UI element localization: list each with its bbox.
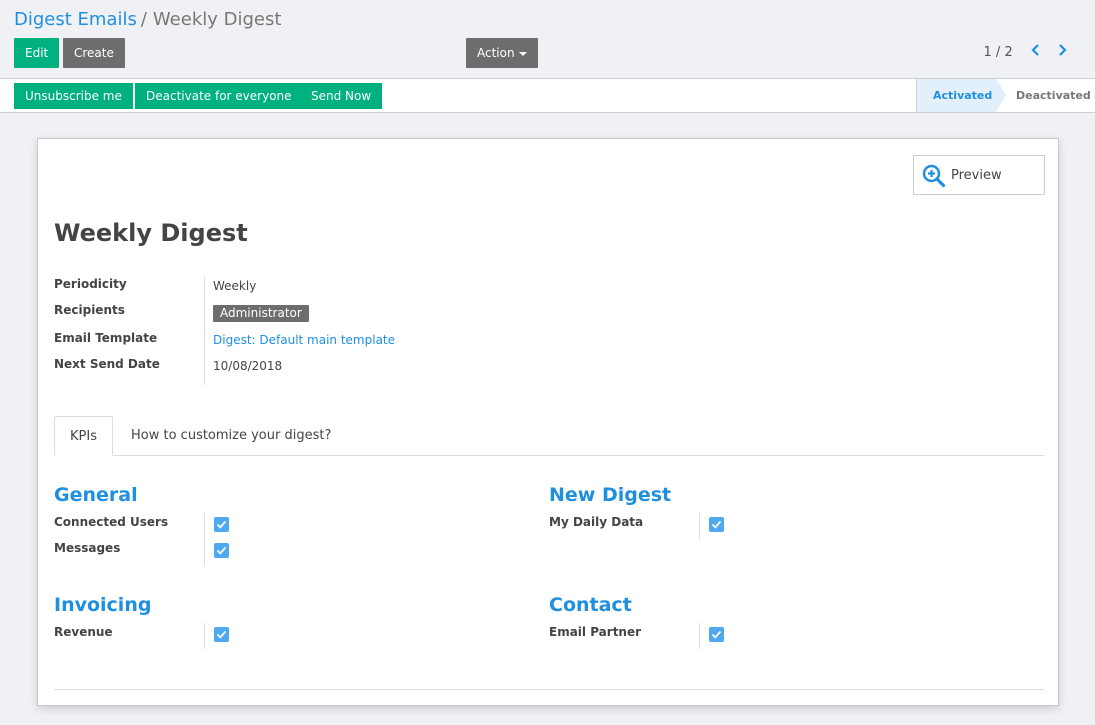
periodicity-label: Periodicity (54, 277, 127, 291)
kpi-group-invoicing-title: Invoicing (54, 594, 152, 616)
preview-button[interactable]: Preview (913, 155, 1045, 195)
checkmark-icon (216, 630, 227, 639)
caret-down-icon (518, 51, 527, 56)
recipients-field[interactable]: Administrator (213, 305, 309, 322)
kpi-label-connected-users: Connected Users (54, 515, 169, 529)
pager-previous-button[interactable] (1025, 44, 1047, 60)
kpi-group-new-digest-title: New Digest (549, 484, 672, 506)
breadcrumb-digest-emails-link[interactable]: Digest Emails (14, 9, 137, 30)
pager-next-button[interactable] (1051, 44, 1073, 60)
tab-customize-digest[interactable]: How to customize your digest? (116, 416, 346, 456)
kpi-label-messages: Messages (54, 541, 121, 555)
tab-kpis[interactable]: KPIs (54, 416, 113, 456)
field-separator (204, 513, 205, 565)
checkmark-icon (216, 520, 227, 529)
record-title: Weekly Digest (54, 219, 248, 247)
notebook-tabs: KPIs How to customize your digest? (54, 416, 1044, 456)
chevron-right-icon (1059, 44, 1067, 56)
zoom-in-icon (922, 164, 946, 188)
checkmark-icon (711, 630, 722, 639)
recipients-label: Recipients (54, 303, 125, 317)
kpi-checkbox-my-daily-data[interactable] (709, 517, 724, 532)
field-separator (699, 623, 700, 649)
checkmark-icon (711, 520, 722, 529)
field-separator (204, 623, 205, 649)
kpi-group-contact-title: Contact (549, 594, 632, 616)
chevron-left-icon (1031, 44, 1039, 56)
stage-activated[interactable]: Activated (916, 79, 1006, 112)
create-button[interactable]: Create (63, 38, 125, 68)
checkmark-icon (216, 546, 227, 555)
email-template-link[interactable]: Digest: Default main template (213, 333, 395, 347)
kpi-checkbox-messages[interactable] (214, 543, 229, 558)
next-send-date-label: Next Send Date (54, 357, 160, 371)
email-template-label: Email Template (54, 331, 158, 345)
edit-button[interactable]: Edit (14, 38, 60, 68)
pager-value[interactable]: 1 / 2 (984, 45, 1013, 60)
stage-deactivated[interactable]: Deactivated (1006, 79, 1095, 112)
kpi-checkbox-connected-users[interactable] (214, 517, 229, 532)
breadcrumb-separator: / (140, 9, 147, 30)
kpi-label-revenue: Revenue (54, 625, 113, 639)
kpi-group-general-title: General (54, 484, 138, 506)
sheet-footer-divider (54, 689, 1044, 690)
field-separator (699, 513, 700, 539)
recipient-tag[interactable]: Administrator (213, 305, 309, 322)
control-panel: Digest Emails / Weekly Digest Edit Create … (0, 0, 1095, 78)
action-label: Action (477, 46, 515, 60)
breadcrumb: Digest Emails / Weekly Digest (14, 9, 281, 30)
send-now-button[interactable]: Send Now (300, 83, 383, 109)
unsubscribe-button[interactable]: Unsubscribe me (14, 83, 133, 109)
action-dropdown-button[interactable]: Action (466, 38, 538, 68)
next-send-date-value[interactable]: 10/08/2018 (213, 359, 282, 373)
kpi-label-my-daily-data: My Daily Data (549, 515, 644, 529)
field-separator (204, 277, 205, 385)
status-bar: Unsubscribe me Deactivate for everyone S… (0, 78, 1095, 113)
kpi-checkbox-revenue[interactable] (214, 627, 229, 642)
breadcrumb-current: Weekly Digest (152, 9, 282, 30)
periodicity-value[interactable]: Weekly (213, 279, 256, 293)
kpi-label-email-partner: Email Partner (549, 625, 642, 639)
kpi-checkbox-email-partner[interactable] (709, 627, 724, 642)
deactivate-for-everyone-button[interactable]: Deactivate for everyone (135, 83, 303, 109)
preview-label: Preview (951, 168, 1002, 183)
form-sheet: Preview Weekly Digest Periodicity Weekly… (37, 138, 1059, 706)
pager: 1 / 2 (984, 44, 1073, 60)
